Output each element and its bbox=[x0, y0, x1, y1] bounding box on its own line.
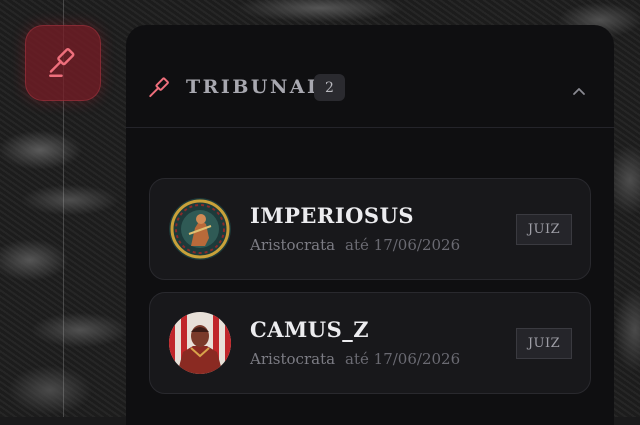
member-rank: Aristocrata bbox=[250, 236, 336, 254]
avatar bbox=[169, 198, 231, 260]
member-meta: Aristocrata até 17/06/2026 bbox=[250, 349, 460, 369]
panel-title: TRIBUNAL bbox=[186, 76, 323, 98]
member-expiry: até 17/06/2026 bbox=[345, 350, 461, 368]
member-card[interactable]: CAMUS_Z Aristocrata até 17/06/2026 JUIZ bbox=[149, 292, 591, 394]
gavel-icon bbox=[147, 76, 173, 106]
role-badge: JUIZ bbox=[516, 214, 572, 245]
panel-header[interactable]: TRIBUNAL 2 bbox=[126, 25, 614, 128]
member-meta: Aristocrata até 17/06/2026 bbox=[250, 235, 460, 255]
member-name: IMPERIOSUS bbox=[250, 203, 415, 228]
tribunal-toggle-button[interactable] bbox=[25, 25, 101, 101]
count-badge: 2 bbox=[314, 74, 345, 101]
member-card[interactable]: IMPERIOSUS Aristocrata até 17/06/2026 JUI… bbox=[149, 178, 591, 280]
gavel-icon bbox=[49, 47, 75, 77]
tribunal-panel: TRIBUNAL 2 IMPERIOSUS Aristocrata até 17/… bbox=[126, 25, 614, 425]
avatar bbox=[169, 312, 231, 374]
member-rank: Aristocrata bbox=[250, 350, 336, 368]
role-badge: JUIZ bbox=[516, 328, 572, 359]
member-expiry: até 17/06/2026 bbox=[345, 236, 461, 254]
member-name: CAMUS_Z bbox=[250, 317, 370, 342]
chevron-up-icon[interactable] bbox=[572, 81, 586, 100]
